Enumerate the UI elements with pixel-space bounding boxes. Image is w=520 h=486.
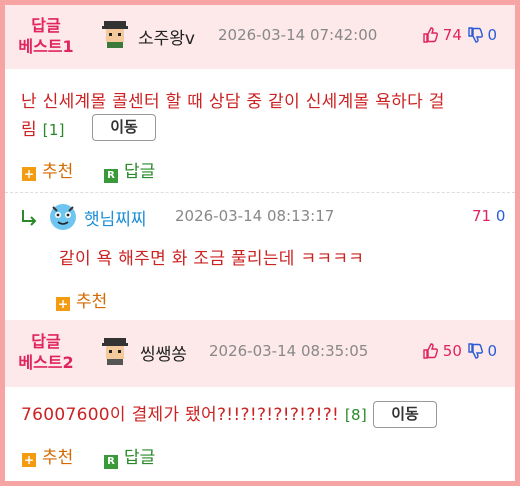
r-box-icon: R [104, 455, 118, 469]
divider [5, 192, 515, 193]
recommend-label: 추천 [42, 162, 74, 182]
thumbs-down-icon[interactable] [467, 343, 483, 359]
reply-button[interactable]: R 답글 [104, 443, 155, 469]
reply-button[interactable]: R 답글 [104, 157, 155, 183]
reply-label: 답글 [124, 448, 156, 468]
comment-date: 2026-03-14 07:42:00 [218, 26, 378, 44]
comment-body: 같이 욕 해주면 화 조금 풀리는데 ㅋㅋㅋㅋ [59, 249, 365, 269]
downvote-count: 0 [487, 342, 497, 360]
downvote-count: 0 [487, 26, 497, 44]
best-badge: 답글 베스트1 [11, 15, 81, 57]
reply-arrow-icon [22, 210, 37, 226]
best-badge-line2: 베스트1 [18, 37, 74, 56]
move-button[interactable]: 이동 [373, 401, 437, 428]
plus-box-icon: + [22, 453, 36, 467]
recommend-button[interactable]: + 추천 [22, 443, 73, 468]
recommend-label: 추천 [42, 448, 74, 468]
recommend-button[interactable]: + 추천 [22, 157, 73, 182]
reply-count: [8] [344, 406, 368, 424]
best-badge-line1: 답글 [31, 16, 61, 35]
recommend-button[interactable]: + 추천 [56, 287, 107, 312]
comment-date: 2026-03-14 08:13:17 [175, 207, 335, 225]
comment-text-line1: 난 신세계몰 콜센터 할 때 상담 중 같이 신세계몰 욕하다 걸 [21, 92, 445, 112]
vote-counts: 50 0 [422, 342, 497, 360]
nickname[interactable]: 햇님찌찌 [84, 205, 147, 230]
thumbs-down-icon[interactable] [467, 27, 483, 43]
best-badge-line1: 답글 [31, 332, 61, 351]
comment-text: 76007600이 결제가 됐어?!!?!?!?!?!?!?! [21, 405, 340, 425]
avatar[interactable] [100, 336, 130, 366]
best-badge: 답글 베스트2 [11, 331, 81, 373]
move-button[interactable]: 이동 [92, 114, 156, 141]
avatar[interactable] [48, 201, 78, 231]
recommend-label: 추천 [76, 292, 108, 312]
downvote-count: 0 [495, 207, 506, 225]
nickname[interactable]: 씽쌩쏭 [140, 340, 187, 365]
plus-box-icon: + [22, 167, 36, 181]
reply-label: 답글 [124, 162, 156, 182]
upvote-count: 71 [472, 207, 492, 225]
comment-body: 76007600이 결제가 됐어?!!?!?!?!?!?!?! [8] [21, 401, 367, 429]
thumbs-up-icon[interactable] [422, 27, 438, 43]
reply-count: [1] [42, 121, 65, 139]
plus-box-icon: + [56, 297, 70, 311]
avatar[interactable] [100, 19, 130, 49]
comment-text-line2: 림 [21, 120, 37, 140]
comment-list: 답글 베스트1 소주왕v 2026-03-14 07:42:00 74 0 난 … [5, 5, 515, 481]
best-comment-2-header: 답글 베스트2 씽쌩쏭 2026-03-14 08:35:05 50 0 [5, 320, 515, 387]
nickname[interactable]: 소주왕v [138, 24, 195, 49]
vote-counts: 71 0 [472, 207, 505, 225]
r-box-icon: R [104, 169, 118, 183]
upvote-count: 74 [442, 26, 462, 44]
thumbs-up-icon[interactable] [422, 343, 438, 359]
upvote-count: 50 [442, 342, 462, 360]
best-badge-line2: 베스트2 [18, 353, 74, 372]
vote-counts: 74 0 [422, 26, 497, 44]
best-comment-1-header: 답글 베스트1 소주왕v 2026-03-14 07:42:00 74 0 [5, 5, 515, 69]
comment-date: 2026-03-14 08:35:05 [209, 342, 369, 360]
